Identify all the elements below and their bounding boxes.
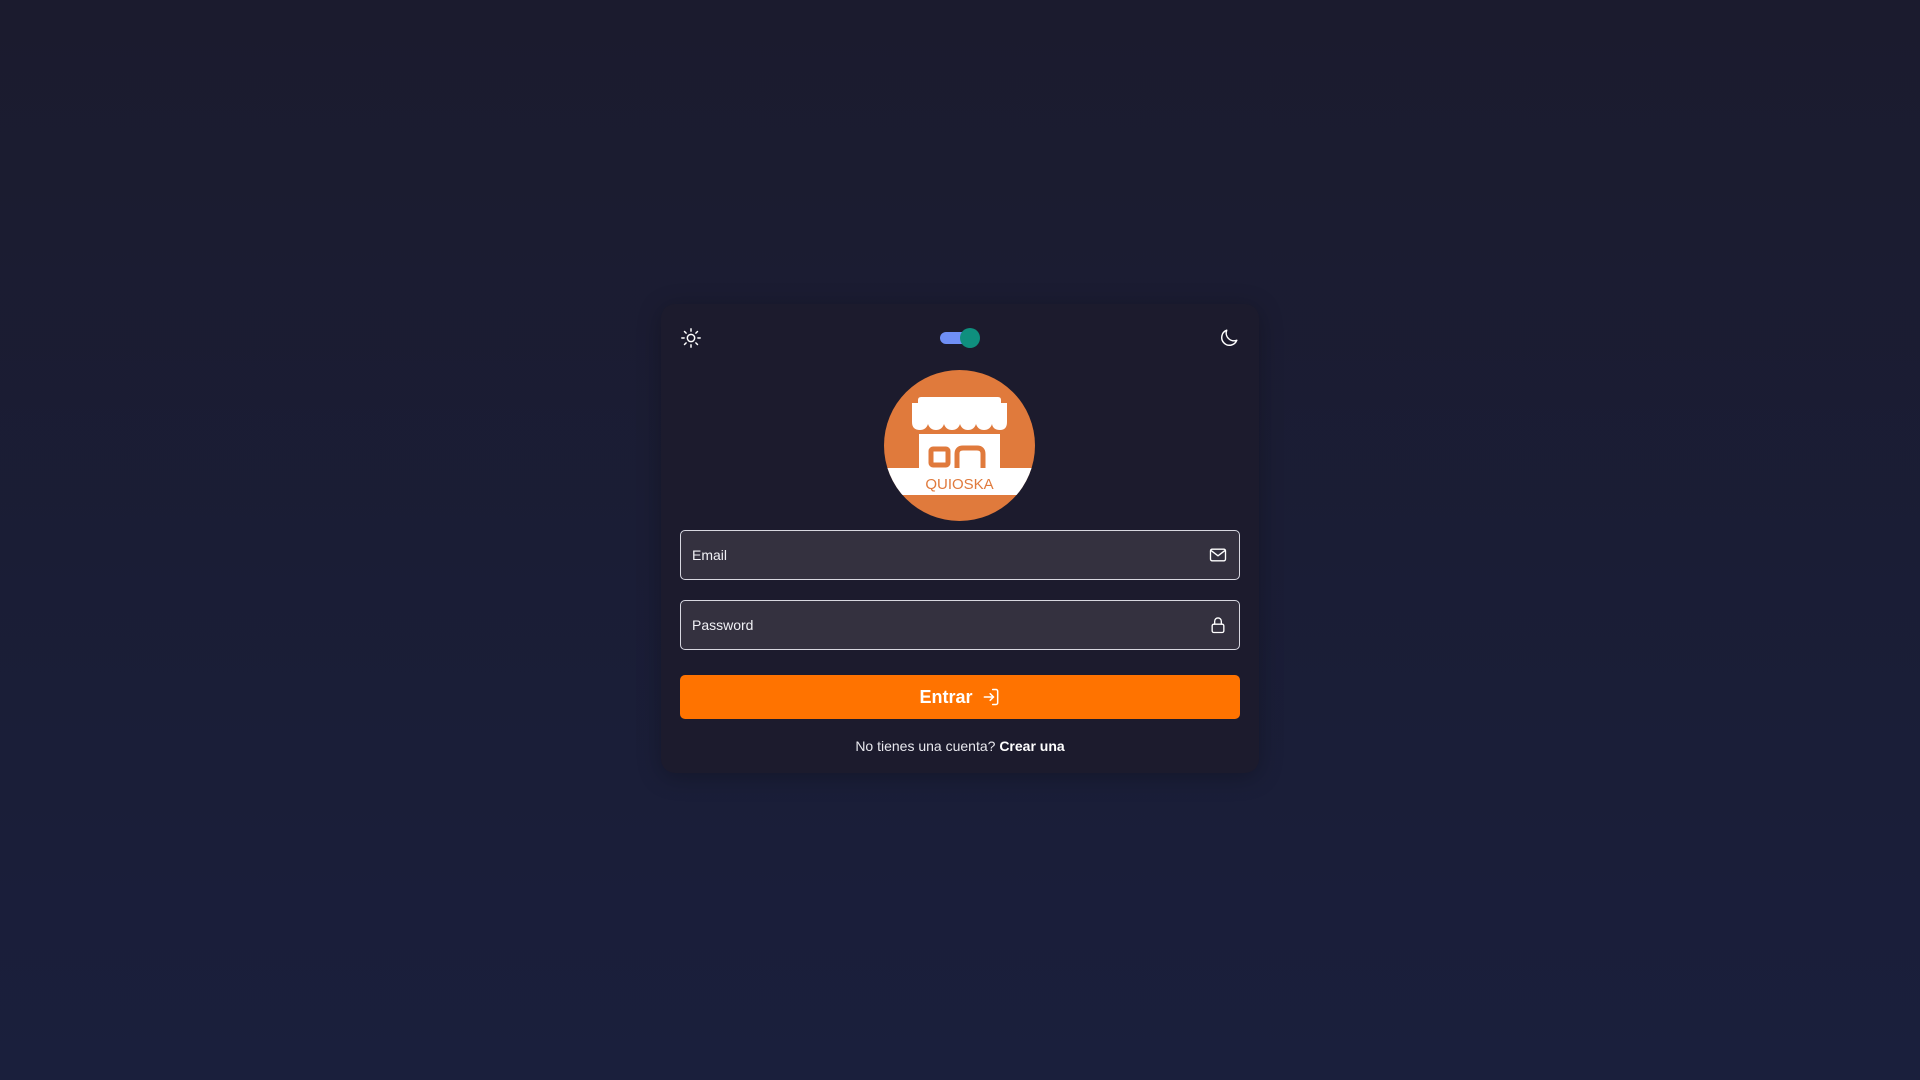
password-input[interactable] (692, 617, 1208, 633)
logo-wordmark: QUIOSKA (925, 476, 993, 493)
theme-switcher (680, 326, 1240, 350)
signup-text: No tienes una cuenta? (855, 738, 996, 754)
sun-icon[interactable] (680, 327, 702, 349)
password-field-wrapper[interactable] (680, 600, 1240, 650)
create-account-link[interactable]: Crear una (999, 738, 1064, 754)
email-input[interactable] (692, 547, 1208, 563)
lock-icon (1208, 615, 1228, 635)
theme-toggle[interactable] (940, 328, 980, 348)
moon-icon[interactable] (1218, 327, 1240, 349)
toggle-knob[interactable] (960, 328, 980, 348)
email-field-wrapper[interactable] (680, 530, 1240, 580)
signup-prompt: No tienes una cuenta? Crear una (661, 738, 1259, 754)
login-button-label: Entrar (919, 686, 973, 707)
login-button[interactable]: Entrar (680, 675, 1240, 719)
sign-in-icon (981, 687, 1001, 707)
login-card: QUIOSKA Entrar (661, 304, 1259, 773)
quioska-logo: QUIOSKA (884, 370, 1035, 521)
envelope-icon (1208, 545, 1228, 565)
